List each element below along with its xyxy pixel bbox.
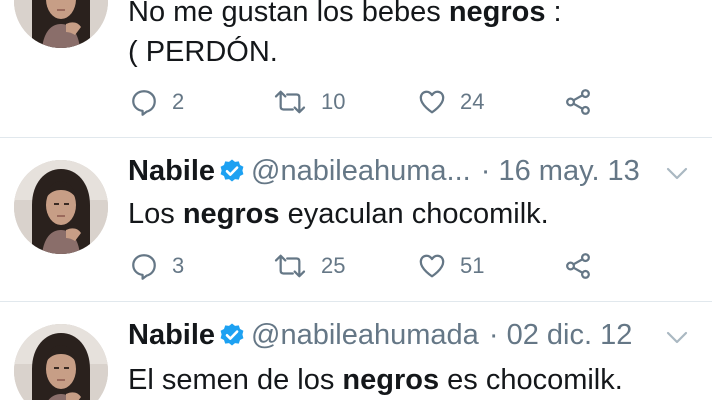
retweet-button[interactable]: 25 bbox=[273, 251, 345, 281]
retweet-icon bbox=[273, 88, 307, 116]
tweet-header: Nabile @nabileahuma... · 16 may. 13 bbox=[128, 154, 640, 188]
like-count: 24 bbox=[460, 89, 485, 114]
share-icon bbox=[564, 88, 592, 116]
tweet-text: No me gustan los bebes negros : ( PERDÓN… bbox=[128, 0, 562, 72]
reply-count: 2 bbox=[172, 89, 185, 114]
chevron-down-icon[interactable] bbox=[664, 330, 690, 346]
tweet-item[interactable]: Nabile @nabileahuma... · 16 may. 13 Los n… bbox=[0, 138, 712, 301]
highlighted-term: negros bbox=[342, 364, 440, 396]
like-count: 51 bbox=[460, 253, 485, 278]
retweet-count: 10 bbox=[321, 89, 346, 114]
share-icon bbox=[564, 252, 592, 280]
highlighted-term: negros bbox=[182, 198, 280, 230]
like-button[interactable]: 24 bbox=[418, 87, 484, 117]
like-icon bbox=[418, 252, 446, 280]
author-name[interactable]: Nabile bbox=[128, 319, 215, 351]
retweet-button[interactable]: 10 bbox=[273, 87, 345, 117]
author-handle[interactable]: @nabileahuma... bbox=[251, 155, 471, 187]
retweet-icon bbox=[273, 252, 307, 280]
reply-count: 3 bbox=[172, 253, 185, 278]
like-icon bbox=[418, 88, 446, 116]
highlighted-term: negros bbox=[448, 0, 546, 28]
author-handle[interactable]: @nabileahumada bbox=[251, 319, 479, 351]
avatar[interactable] bbox=[14, 160, 108, 254]
chevron-down-icon[interactable] bbox=[664, 166, 690, 182]
tweet-timestamp[interactable]: · 02 dic. 12 bbox=[489, 319, 632, 351]
share-button[interactable] bbox=[564, 87, 592, 117]
reply-button[interactable]: 2 bbox=[130, 87, 184, 117]
reply-icon bbox=[130, 88, 158, 116]
avatar[interactable] bbox=[14, 0, 108, 48]
reply-button[interactable]: 3 bbox=[130, 251, 184, 281]
author-name[interactable]: Nabile bbox=[128, 155, 215, 187]
tweet-timestamp[interactable]: · 16 may. 13 bbox=[481, 155, 640, 187]
tweet-item[interactable]: Nabile @nabileahumada · 02 dic. 12 El sem… bbox=[0, 302, 712, 400]
verified-badge-icon bbox=[219, 322, 245, 348]
tweet-text: Los negros eyaculan chocomilk. bbox=[128, 198, 549, 230]
avatar[interactable] bbox=[14, 324, 108, 400]
retweet-count: 25 bbox=[321, 253, 346, 278]
like-button[interactable]: 51 bbox=[418, 251, 484, 281]
tweet-item[interactable]: No me gustan los bebes negros : ( PERDÓN… bbox=[0, 0, 712, 137]
tweet-text: El semen de los negros es chocomilk. bbox=[128, 364, 623, 396]
tweet-header: Nabile @nabileahumada · 02 dic. 12 bbox=[128, 318, 632, 352]
share-button[interactable] bbox=[564, 251, 592, 281]
reply-icon bbox=[130, 252, 158, 280]
verified-badge-icon bbox=[219, 158, 245, 184]
